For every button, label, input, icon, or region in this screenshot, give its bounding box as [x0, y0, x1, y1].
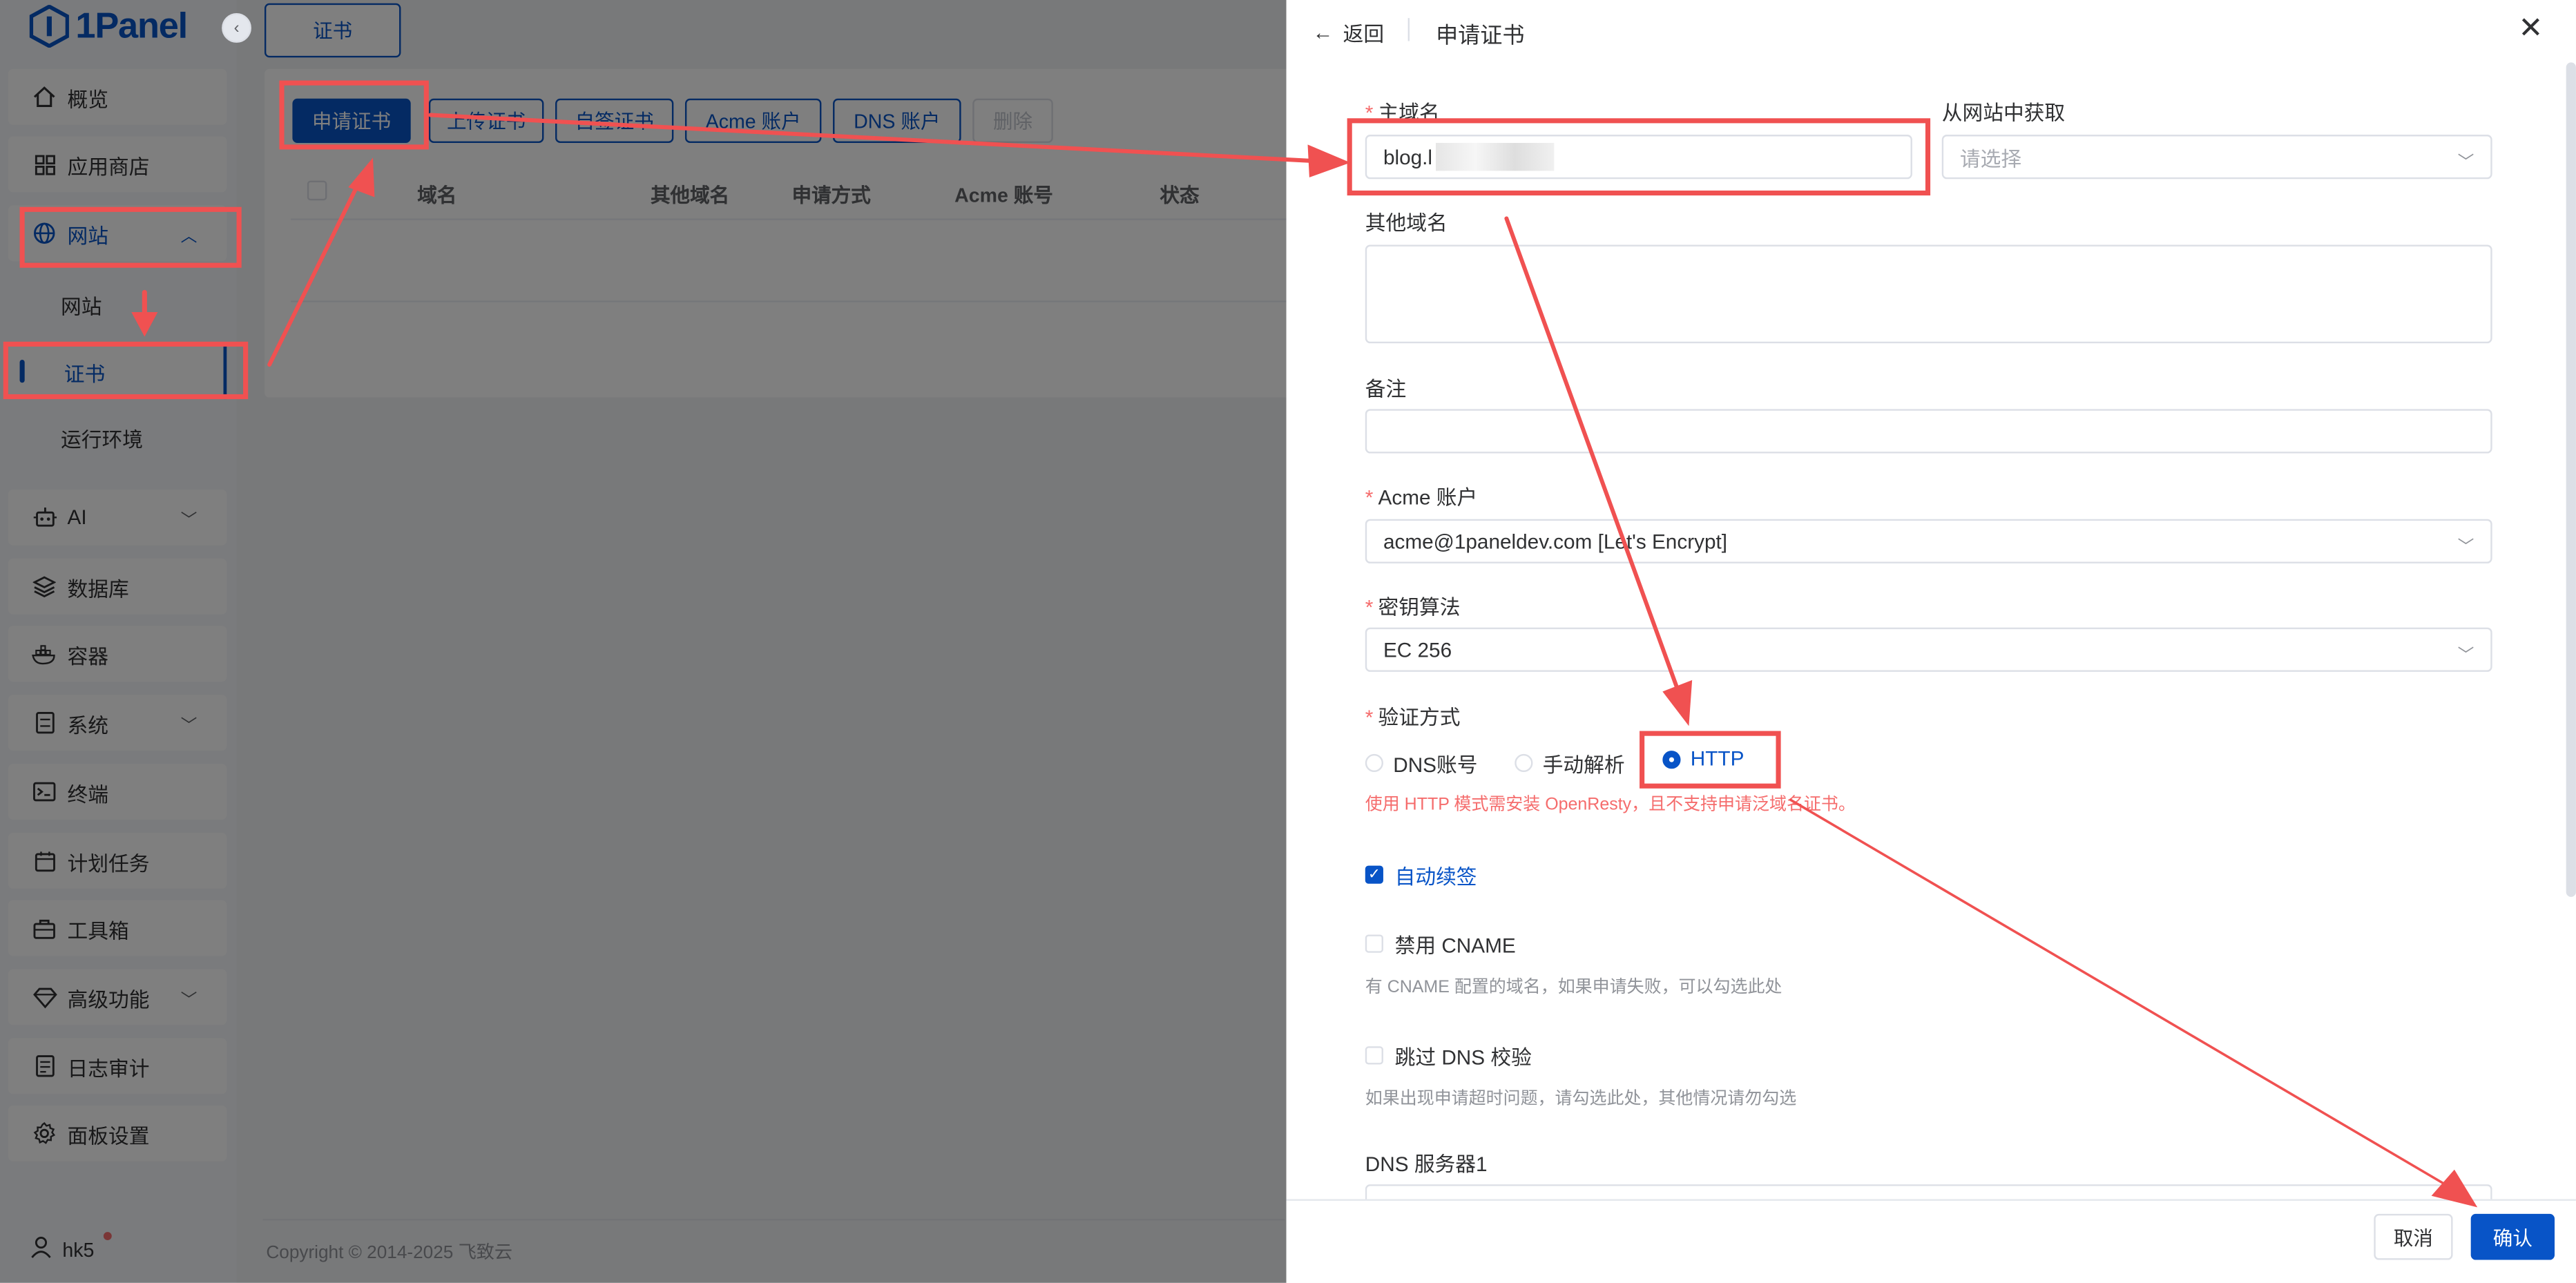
checkbox-box: [1365, 1046, 1383, 1065]
chevron-down-icon: ﹀: [2457, 154, 2474, 173]
skip-dns-check-checkbox[interactable]: 跳过 DNS 校验: [1365, 1040, 1532, 1071]
remark-label: 备注: [1365, 378, 1407, 401]
other-domains-label: 其他域名: [1365, 211, 1448, 235]
radio-circle: [1515, 753, 1533, 773]
radio-dns-account[interactable]: DNS账号: [1365, 747, 1478, 778]
from-site-label: 从网站中获取: [1941, 102, 2066, 125]
auto-renew-checkbox[interactable]: ✓ 自动续签: [1365, 859, 1477, 890]
highlight-http-option: [1640, 731, 1781, 789]
drawer-scrollbar[interactable]: [2566, 62, 2576, 897]
highlight-primary-domain: [1347, 118, 1931, 196]
acme-account-label: * Acme 账户: [1365, 486, 1478, 510]
disable-cname-checkbox[interactable]: 禁用 CNAME: [1365, 928, 1516, 959]
skip-dns-hint: 如果出现申请超时问题，请勾选此处，其他情况请勿勾选: [1365, 1089, 1797, 1109]
chevron-down-icon: ﹀: [2457, 647, 2474, 666]
back-button[interactable]: ← 返回: [1313, 17, 1385, 48]
cancel-button[interactable]: 取消: [2374, 1213, 2453, 1260]
radio-manual-resolve[interactable]: 手动解析: [1515, 747, 1625, 778]
arrow-left-icon: ←: [1312, 20, 1334, 44]
chevron-left-icon: ‹: [233, 19, 240, 37]
check-icon: ✓: [1365, 865, 1383, 884]
disable-cname-hint: 有 CNAME 配置的域名，如果申请失败，可以勾选此处: [1365, 977, 1782, 997]
confirm-button[interactable]: 确认: [2470, 1213, 2555, 1260]
drawer-footer: 取消 确认: [1286, 1199, 2576, 1283]
close-icon[interactable]: ✕: [2518, 12, 2543, 46]
drawer-title: 申请证书: [1436, 23, 1525, 48]
radio-circle: [1365, 753, 1383, 773]
verify-method-label: * 验证方式: [1365, 706, 1461, 730]
key-algorithm-select[interactable]: EC 256 ﹀: [1365, 627, 2492, 672]
highlight-website-menu: [19, 206, 242, 268]
checkbox-box: [1365, 934, 1383, 953]
from-site-select[interactable]: 请选择 ﹀: [1941, 135, 2492, 180]
modal-overlay[interactable]: [0, 0, 1287, 1283]
chevron-down-icon: ﹀: [2457, 539, 2474, 557]
remark-input[interactable]: [1365, 409, 2492, 454]
collapse-sidebar-button[interactable]: ‹: [222, 13, 251, 43]
key-algorithm-label: * 密钥算法: [1365, 596, 1461, 619]
highlight-certificate-menu: [3, 341, 249, 400]
header-divider: [1407, 18, 1410, 41]
back-label: 返回: [1343, 23, 1385, 46]
http-warning-text: 使用 HTTP 模式需安装 OpenResty，且不支持申请泛域名证书。: [1365, 795, 1856, 815]
acme-account-select[interactable]: acme@1paneldev.com [Let's Encrypt] ﹀: [1365, 519, 2492, 563]
highlight-apply-button: [279, 80, 429, 150]
other-domains-textarea[interactable]: [1365, 244, 2492, 344]
dns-server1-label: DNS 服务器1: [1365, 1152, 1488, 1177]
